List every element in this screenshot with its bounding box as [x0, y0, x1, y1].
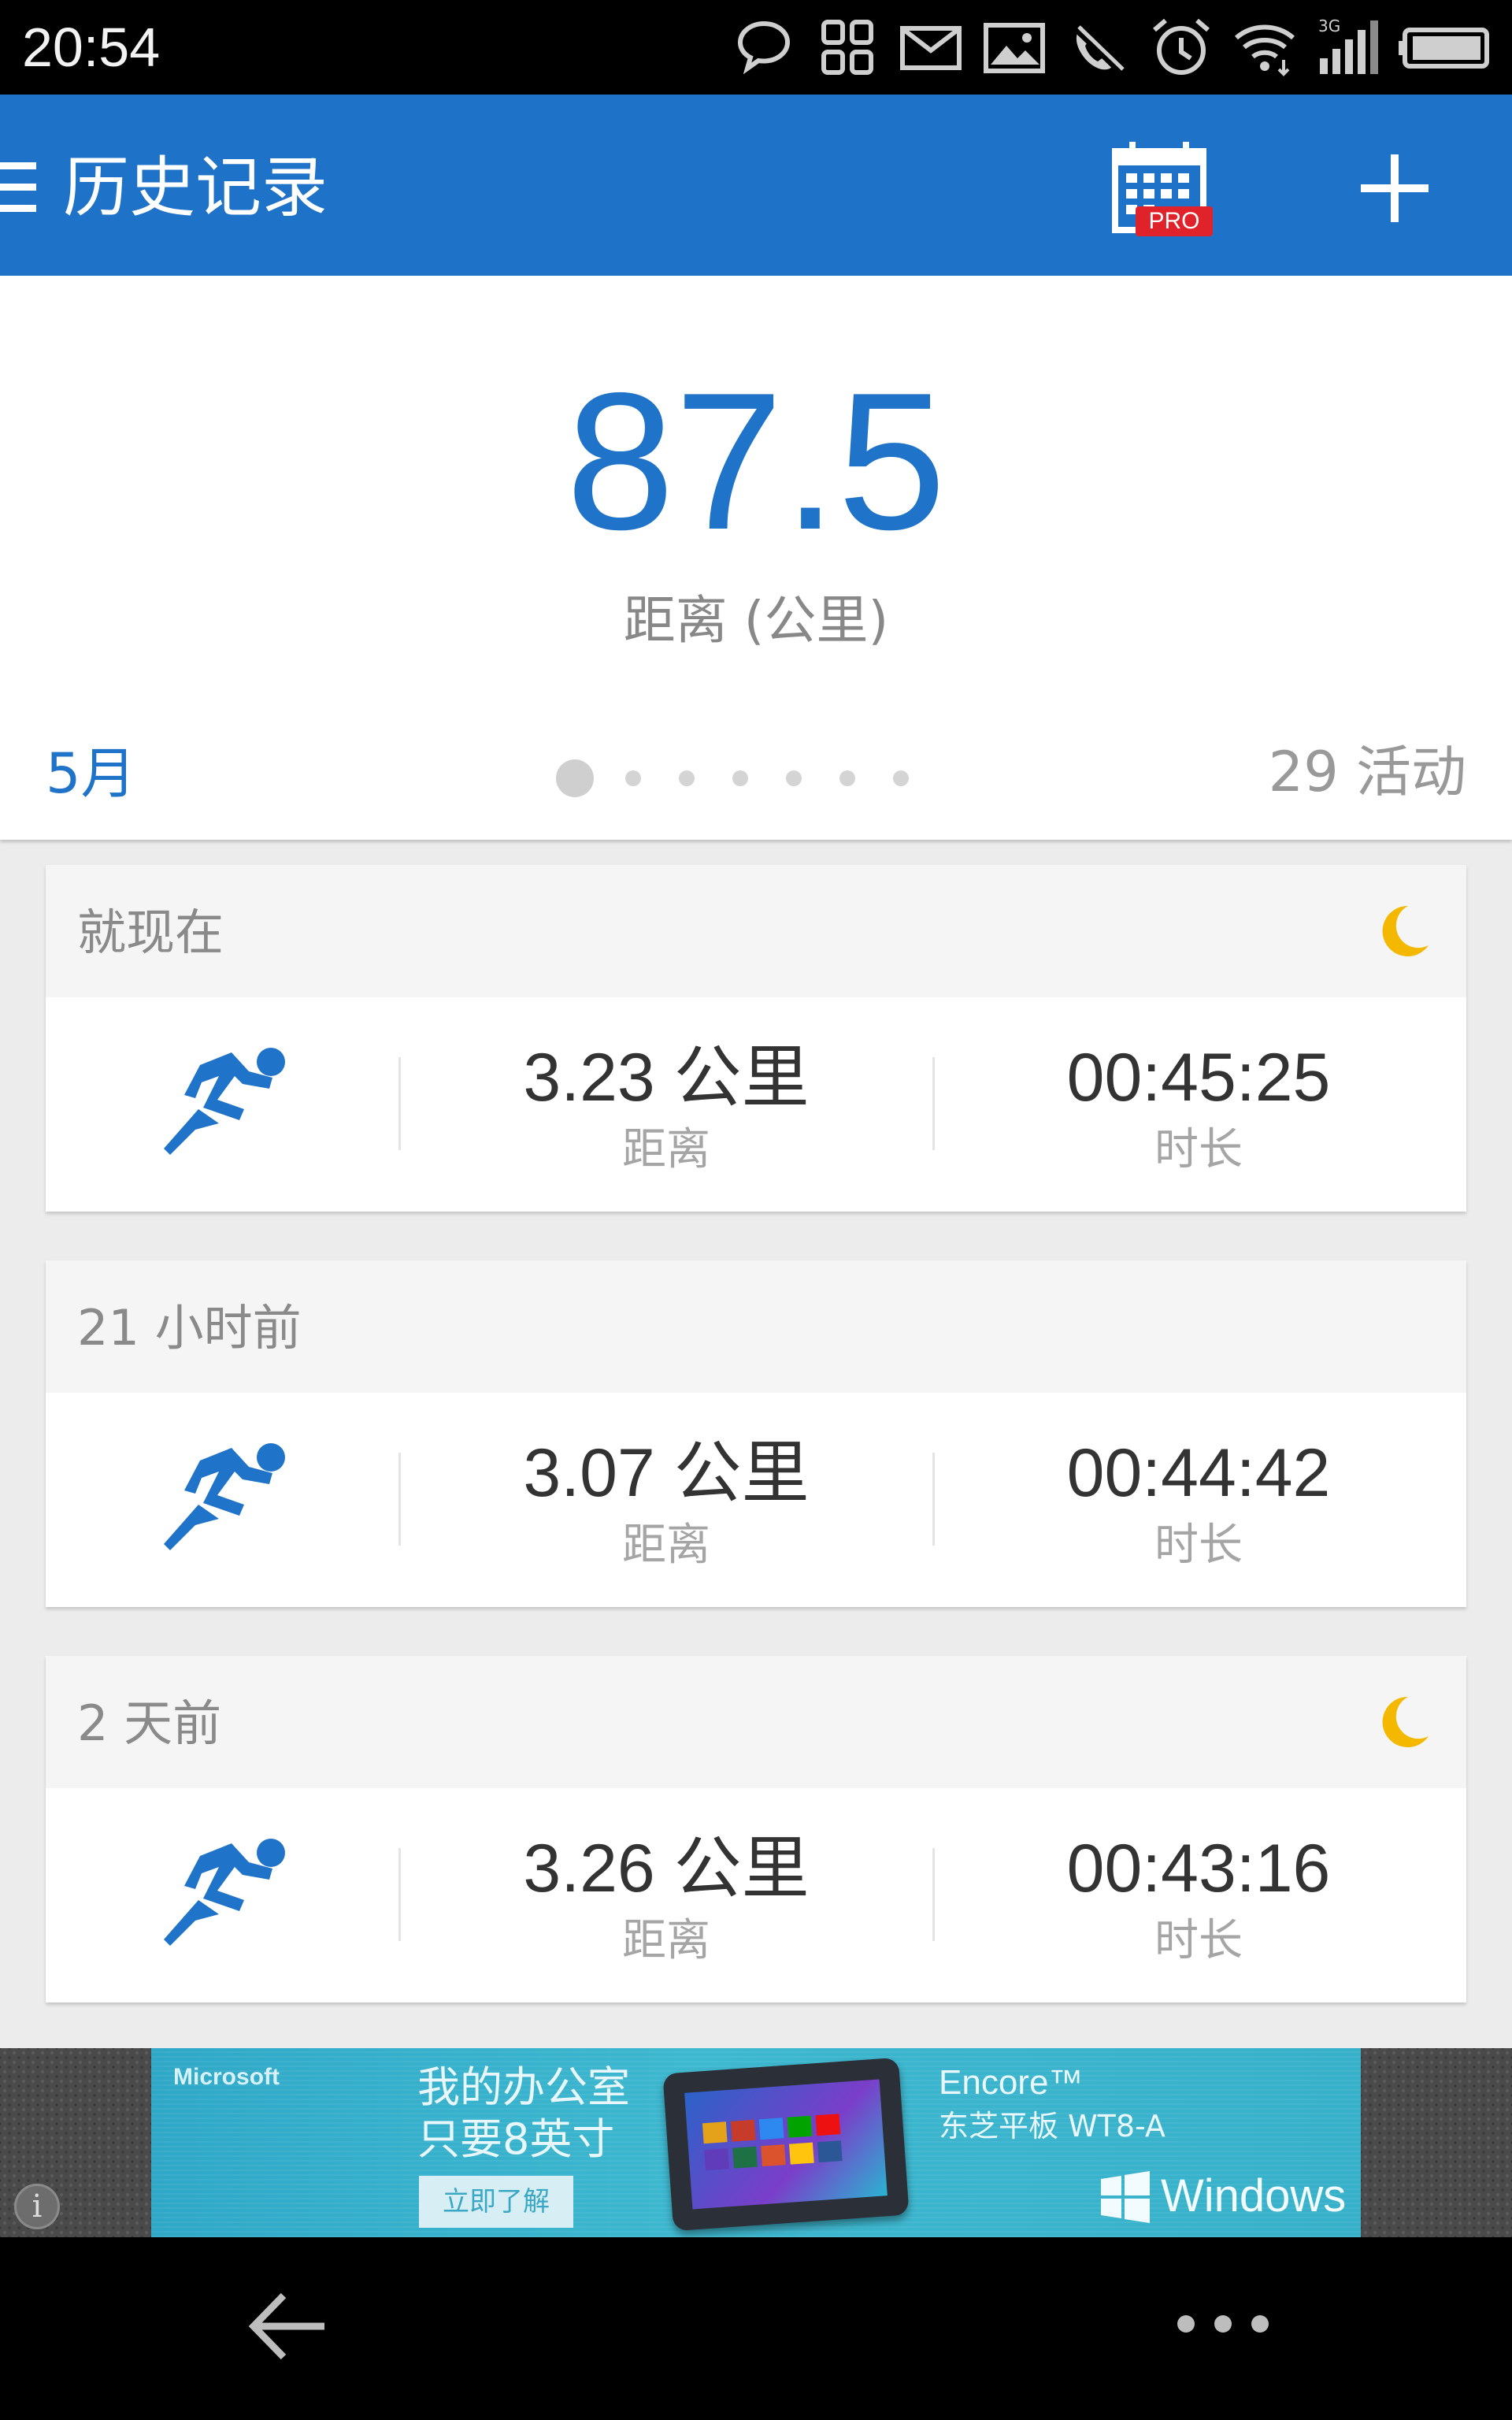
- ad-product-model: 东芝平板 WT8-A: [939, 2109, 1166, 2143]
- distance-value: 3.07 公里: [523, 1435, 810, 1511]
- more-button[interactable]: [1172, 2300, 1274, 2348]
- duration-label: 时长: [1154, 1915, 1243, 1966]
- pro-badge: PRO: [1148, 208, 1200, 234]
- summary-card[interactable]: 87.5 距离 (公里) 5月 29 活动: [0, 276, 1512, 840]
- activity-card-header: 2 天前: [46, 1656, 1466, 1788]
- page-dot: [839, 770, 855, 786]
- activity-card-body: 3.07 公里 距离 00:44:42 时长: [46, 1393, 1466, 1607]
- tablet-image: [662, 2057, 910, 2232]
- windows-logo-icon: [1099, 2171, 1151, 2223]
- ad-strip: i Microsoft 我的办公室 只要8英寸 立即了解 Encore™ 东芝平…: [0, 2048, 1512, 2237]
- page-dot: [732, 770, 748, 786]
- navigation-bar: [0, 2237, 1512, 2420]
- alarm-icon: [1148, 14, 1214, 80]
- activity-time: 2 天前: [77, 1694, 222, 1752]
- ad-product-name: Encore™: [939, 2063, 1084, 2102]
- running-icon: [161, 1835, 290, 1954]
- activity-card-body: 3.23 公里 距离 00:45:25 时长: [46, 997, 1466, 1212]
- ad-headline: 我的办公室: [417, 2062, 630, 2112]
- add-button[interactable]: [1351, 145, 1438, 232]
- phone-off-icon: [1065, 14, 1131, 80]
- activity-card-header: 就现在: [46, 865, 1466, 997]
- distance-label: 距离: [622, 1124, 710, 1175]
- divider: [398, 1453, 401, 1546]
- activity-time: 21 小时前: [77, 1299, 302, 1357]
- chat-icon: [731, 14, 797, 80]
- page-title[interactable]: 历史记录: [63, 146, 328, 229]
- distance-label: 距离: [622, 1915, 710, 1966]
- total-distance-value: 87.5: [565, 351, 947, 570]
- distance-value: 3.23 公里: [523, 1040, 810, 1115]
- activity-count: 29 活动: [1268, 740, 1466, 804]
- svg-text:3G: 3G: [1318, 17, 1340, 35]
- ad-cta-button[interactable]: 立即了解: [419, 2176, 573, 2228]
- plus-icon: [1361, 154, 1429, 222]
- activity-card-header: 21 小时前: [46, 1260, 1466, 1393]
- divider: [398, 1848, 401, 1941]
- status-time: 20:54: [22, 17, 161, 78]
- menu-icon[interactable]: [0, 158, 43, 217]
- battery-icon: [1399, 14, 1493, 80]
- app-bar: 历史记录 PRO: [0, 95, 1512, 276]
- mail-icon: [898, 14, 964, 80]
- back-button[interactable]: [236, 2275, 339, 2377]
- page-dot: [893, 770, 909, 786]
- page-dot: [556, 759, 594, 797]
- status-bar: 20:54 3G: [0, 0, 1512, 95]
- moon-icon: [1370, 1691, 1433, 1754]
- divider: [932, 1848, 935, 1941]
- activity-card[interactable]: 就现在 3.23 公里 距离 00:45:25 时长: [46, 865, 1466, 1212]
- ad-brand: Microsoft: [173, 2064, 280, 2090]
- activity-card-body: 3.26 公里 距离 00:43:16 时长: [46, 1788, 1466, 2002]
- page-dot: [625, 770, 641, 786]
- total-distance-label: 距离 (公里): [623, 590, 889, 651]
- divider: [398, 1057, 401, 1150]
- duration-label: 时长: [1154, 1124, 1243, 1175]
- image-icon: [981, 14, 1047, 80]
- divider: [932, 1453, 935, 1546]
- duration-value: 00:45:25: [1066, 1040, 1331, 1115]
- ad-headline: 只要8英寸: [417, 2114, 615, 2164]
- moon-icon: [1370, 900, 1433, 963]
- activity-card[interactable]: 2 天前 3.26 公里 距离 00:43:16 时长: [46, 1656, 1466, 2002]
- activity-time: 就现在: [77, 904, 224, 961]
- duration-value: 00:44:42: [1066, 1435, 1331, 1511]
- divider: [932, 1057, 935, 1150]
- running-icon: [161, 1440, 290, 1558]
- qr-icon: [814, 14, 880, 80]
- signal-3g-icon: 3G: [1315, 14, 1381, 80]
- page-dot: [679, 770, 695, 786]
- info-icon[interactable]: i: [14, 2184, 60, 2229]
- calendar-pro-button[interactable]: PRO: [1109, 140, 1219, 241]
- month-label: 5月: [46, 741, 136, 806]
- page-indicator: [556, 759, 909, 797]
- wifi-icon: [1232, 14, 1298, 80]
- ad-windows-label: Windows: [1161, 2170, 1347, 2221]
- ad-banner[interactable]: Microsoft 我的办公室 只要8英寸 立即了解 Encore™ 东芝平板 …: [151, 2048, 1361, 2237]
- more-dots-icon: [1177, 2315, 1269, 2333]
- page-dot: [786, 770, 802, 786]
- running-icon: [161, 1045, 290, 1163]
- distance-label: 距离: [622, 1520, 710, 1571]
- back-arrow-icon: [248, 2292, 324, 2360]
- duration-label: 时长: [1154, 1520, 1243, 1571]
- activity-card[interactable]: 21 小时前 3.07 公里 距离 00:44:42 时长: [46, 1260, 1466, 1607]
- status-icons: 3G: [731, 11, 1493, 84]
- duration-value: 00:43:16: [1066, 1831, 1331, 1906]
- distance-value: 3.26 公里: [523, 1831, 810, 1906]
